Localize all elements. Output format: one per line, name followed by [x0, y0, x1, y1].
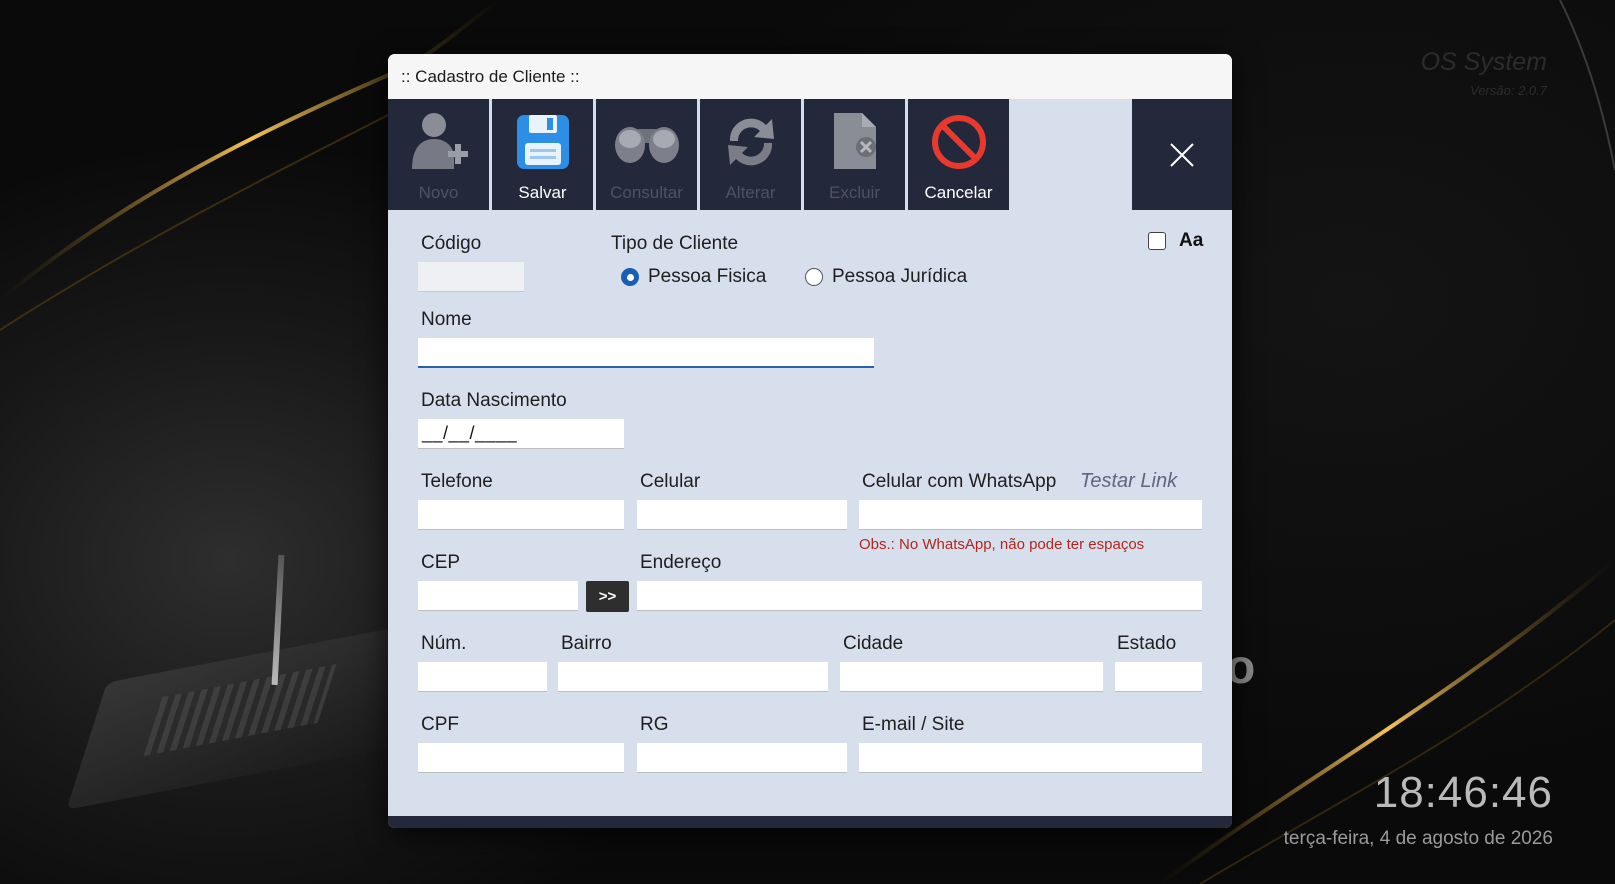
novo-label: Novo — [418, 183, 459, 202]
cpf-field[interactable] — [418, 743, 624, 773]
testar-link[interactable]: Testar Link — [1080, 470, 1177, 493]
brand-version: Versão: 2.0.7 — [1470, 83, 1547, 98]
brand-block: OS System Versão: 2.0.7 — [1421, 48, 1547, 98]
cancelar-button[interactable]: Cancelar — [908, 99, 1009, 210]
endereco-field[interactable] — [637, 581, 1202, 611]
data-nascimento-label: Data Nascimento — [421, 390, 567, 411]
cep-search-button[interactable]: >> — [586, 581, 629, 612]
celular-field[interactable] — [637, 500, 847, 530]
email-label: E-mail / Site — [862, 714, 965, 735]
aa-label: Aa — [1179, 230, 1204, 251]
num-label: Núm. — [421, 633, 467, 654]
cep-label: CEP — [421, 552, 461, 573]
cep-field[interactable] — [418, 581, 578, 611]
telefone-label: Telefone — [421, 471, 493, 492]
refresh-icon — [716, 107, 786, 177]
bairro-label: Bairro — [561, 633, 612, 654]
delete-file-icon — [820, 107, 890, 177]
rg-label: RG — [640, 714, 669, 735]
radio-unselected-indicator — [805, 268, 823, 286]
codigo-label: Código — [421, 233, 482, 254]
whatsapp-obs-note: Obs.: No WhatsApp, não pode ter espaços — [859, 536, 1145, 553]
num-field[interactable] — [418, 662, 547, 692]
close-window-button[interactable] — [1132, 99, 1232, 210]
window-title: :: Cadastro de Cliente :: — [401, 66, 580, 86]
pessoa-fisica-label: Pessoa Fisica — [648, 266, 767, 287]
close-icon — [1170, 142, 1194, 167]
aa-checkbox[interactable] — [1148, 232, 1166, 250]
alterar-button[interactable]: Alterar — [700, 99, 801, 210]
consultar-label: Consultar — [610, 183, 683, 202]
radio-selected-indicator — [621, 268, 639, 286]
radio-pessoa-fisica[interactable]: Pessoa Fisica — [621, 266, 766, 288]
clock-date: terça-feira, 4 de agosto de 2026 — [1283, 828, 1553, 849]
pessoa-juridica-label: Pessoa Jurídica — [832, 266, 968, 287]
excluir-button[interactable]: Excluir — [804, 99, 905, 210]
tipo-cliente-label: Tipo de Cliente — [611, 233, 739, 254]
cancelar-label: Cancelar — [924, 183, 993, 202]
novo-button[interactable]: Novo — [388, 99, 489, 210]
cadastro-cliente-window: :: Cadastro de Cliente :: Novo Salvar Co… — [388, 54, 1232, 828]
client-form: Código Tipo de Cliente Pessoa Fisica Pes… — [388, 210, 1232, 810]
email-field[interactable] — [859, 743, 1202, 773]
rg-field[interactable] — [637, 743, 847, 773]
clock-time: 18:46:46 — [1373, 768, 1553, 817]
salvar-label: Salvar — [518, 183, 567, 202]
celular-whatsapp-label: Celular com WhatsApp — [862, 471, 1057, 492]
cpf-label: CPF — [421, 714, 459, 735]
brand-title: OS System — [1420, 48, 1547, 76]
alterar-label: Alterar — [725, 183, 776, 202]
bairro-field[interactable] — [558, 662, 828, 692]
estado-field[interactable] — [1115, 662, 1202, 692]
celular-whatsapp-field[interactable] — [859, 500, 1202, 530]
cancel-icon — [924, 107, 994, 177]
nome-field[interactable] — [418, 338, 874, 368]
toolbar: Novo Salvar Consultar Alterar Excluir Ca… — [388, 99, 1232, 210]
cidade-field[interactable] — [840, 662, 1103, 692]
consultar-button[interactable]: Consultar — [596, 99, 697, 210]
nome-label: Nome — [421, 309, 472, 330]
codigo-field[interactable] — [418, 262, 524, 292]
date-mask: __/__/____ — [422, 423, 518, 443]
data-nascimento-field[interactable]: __/__/____ — [418, 419, 624, 449]
salvar-button[interactable]: Salvar — [492, 99, 593, 210]
window-titlebar[interactable]: :: Cadastro de Cliente :: — [388, 54, 1232, 99]
celular-label: Celular — [640, 471, 701, 492]
radio-pessoa-juridica[interactable]: Pessoa Jurídica — [805, 266, 967, 288]
telefone-field[interactable] — [418, 500, 624, 530]
save-icon — [508, 107, 578, 177]
endereco-label: Endereço — [640, 552, 722, 573]
excluir-label: Excluir — [828, 183, 880, 202]
cidade-label: Cidade — [843, 633, 904, 654]
window-footer-bar — [388, 816, 1232, 828]
add-user-icon — [404, 107, 474, 177]
estado-label: Estado — [1117, 633, 1177, 654]
binoculars-icon — [612, 107, 682, 177]
